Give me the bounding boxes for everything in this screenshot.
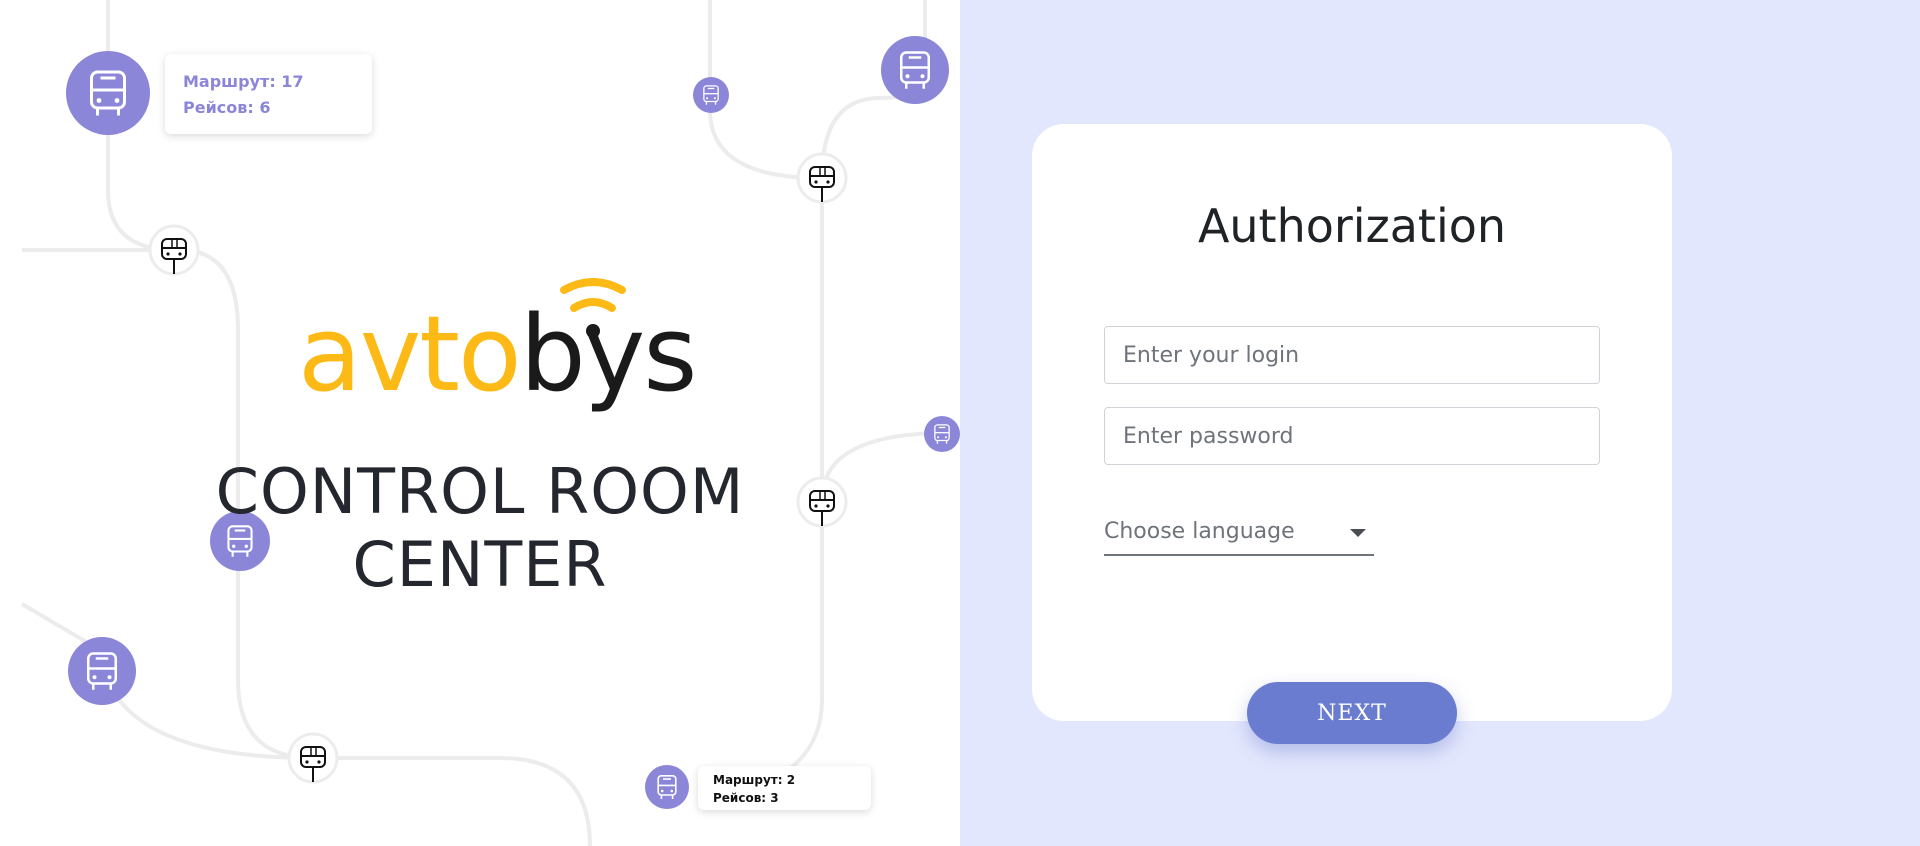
trip-count: Рейсов: 3 bbox=[713, 791, 779, 805]
hero-title-line2: CENTER bbox=[352, 528, 608, 601]
language-select[interactable]: Choose language bbox=[1104, 514, 1374, 556]
password-input[interactable] bbox=[1104, 407, 1600, 465]
map-panel: Маршрут: 17 Рейсов: 6 Маршрут: 2 Рейсов:… bbox=[0, 0, 960, 846]
bus-icon bbox=[881, 36, 949, 104]
route-number: Маршрут: 2 bbox=[713, 773, 796, 787]
avtobys-logo: avtobys bbox=[298, 302, 697, 422]
language-select-label: Choose language bbox=[1104, 519, 1295, 544]
route-info-card: Маршрут: 2 Рейсов: 3 bbox=[698, 766, 871, 810]
route-number: Маршрут: 17 bbox=[183, 72, 304, 91]
login-input[interactable] bbox=[1104, 326, 1600, 384]
trip-count: Рейсов: 6 bbox=[183, 98, 271, 117]
bus-icon bbox=[66, 51, 150, 135]
bus-stop-icon bbox=[796, 152, 848, 204]
roads bbox=[20, 0, 941, 846]
hero-title: CONTROL ROOM CENTER bbox=[130, 455, 830, 601]
bus-icon bbox=[693, 77, 729, 113]
bus-icon bbox=[924, 416, 960, 452]
route-map bbox=[20, 0, 960, 846]
chevron-down-icon bbox=[1350, 529, 1366, 537]
route-info-card: Маршрут: 17 Рейсов: 6 bbox=[165, 54, 372, 134]
auth-title: Authorization bbox=[1197, 199, 1507, 253]
logo-part-bys: bys bbox=[519, 293, 698, 415]
bus-stop-icon bbox=[148, 224, 200, 276]
bus-stop-icon bbox=[287, 732, 339, 784]
next-button[interactable]: NEXT bbox=[1247, 682, 1457, 744]
bus-icon bbox=[645, 765, 689, 809]
bus-icon bbox=[68, 637, 136, 705]
hero-title-line1: CONTROL ROOM bbox=[215, 455, 745, 528]
logo-part-avto: avto bbox=[298, 293, 522, 415]
